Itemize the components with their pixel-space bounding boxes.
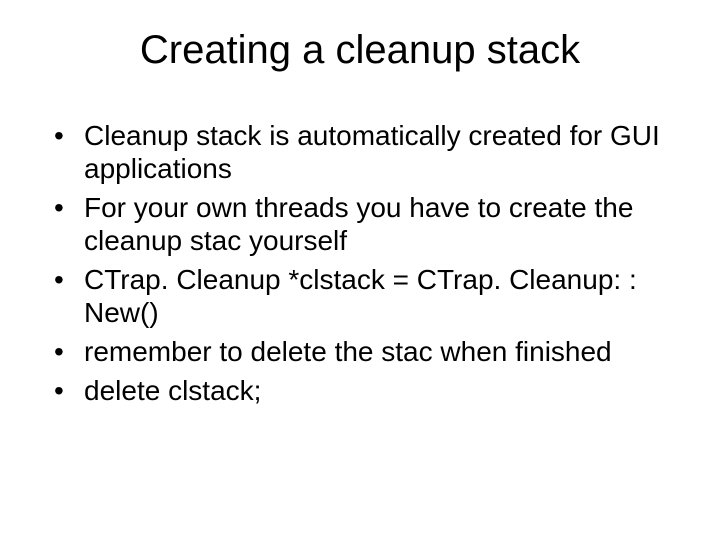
list-item: delete clstack;: [50, 374, 680, 407]
slide-title: Creating a cleanup stack: [40, 28, 680, 73]
slide: Creating a cleanup stack Cleanup stack i…: [0, 0, 720, 540]
list-item: Cleanup stack is automatically created f…: [50, 119, 680, 185]
list-item: remember to delete the stac when finishe…: [50, 335, 680, 368]
bullet-list: Cleanup stack is automatically created f…: [40, 119, 680, 407]
list-item: For your own threads you have to create …: [50, 191, 680, 257]
list-item: CTrap. Cleanup *clstack = CTrap. Cleanup…: [50, 263, 680, 329]
